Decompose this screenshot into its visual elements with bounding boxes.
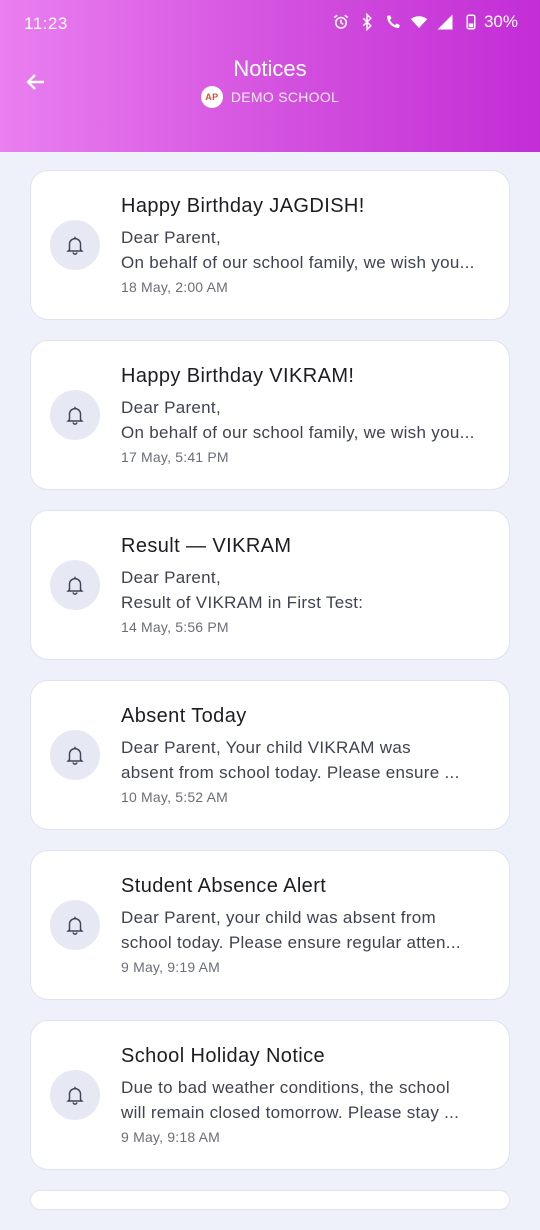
wifi-icon xyxy=(410,16,428,28)
bell-icon xyxy=(66,406,84,425)
signal-icon xyxy=(437,14,453,30)
notice-card[interactable]: Happy Birthday VIKRAM! Dear Parent, On b… xyxy=(30,340,510,490)
notice-preview-line: absent from school today. Please ensure … xyxy=(121,763,460,782)
notice-preview: Dear Parent, Result of VIKRAM in First T… xyxy=(121,565,491,615)
notice-preview-line: Dear Parent, xyxy=(121,228,221,247)
notice-title: Result — VIKRAM xyxy=(121,535,292,557)
school-name: DEMO SCHOOL xyxy=(230,89,340,105)
notice-card[interactable]: Happy Birthday JAGDISH! Dear Parent, On … xyxy=(30,170,510,320)
school-info: AP DEMO SCHOOL xyxy=(0,86,540,108)
notice-card[interactable]: Result — VIKRAM Dear Parent, Result of V… xyxy=(30,510,510,660)
bell-icon-badge xyxy=(50,220,100,270)
notice-time: 9 May, 9:18 AM xyxy=(121,1129,221,1145)
bell-icon xyxy=(66,576,84,595)
notice-preview-line: On behalf of our school family, we wish … xyxy=(121,423,475,442)
bell-icon-badge xyxy=(50,560,100,610)
notice-preview: Dear Parent, On behalf of our school fam… xyxy=(121,225,491,275)
notice-list: Happy Birthday JAGDISH! Dear Parent, On … xyxy=(30,170,510,1230)
notice-title: School Holiday Notice xyxy=(121,1045,326,1067)
notice-preview-line: Dear Parent, Your child VIKRAM was xyxy=(121,738,411,757)
notice-preview-line: Result of VIKRAM in First Test: xyxy=(121,593,364,612)
notice-time: 17 May, 5:41 PM xyxy=(121,449,229,465)
notice-card-partial[interactable] xyxy=(30,1190,510,1210)
bell-icon xyxy=(66,916,84,935)
wifi-calling-icon xyxy=(386,15,400,28)
bell-icon-badge xyxy=(50,1070,100,1120)
bluetooth-icon xyxy=(362,13,372,31)
notice-card[interactable]: School Holiday Notice Due to bad weather… xyxy=(30,1020,510,1170)
battery-percent: 30% xyxy=(483,12,518,31)
page-title: Notices xyxy=(233,56,307,81)
bell-icon-badge xyxy=(50,390,100,440)
notice-preview-line: On behalf of our school family, we wish … xyxy=(121,253,475,272)
notice-time: 10 May, 5:52 AM xyxy=(121,789,229,805)
header: 11:23 30% Notices AP DEMO SCHOOL xyxy=(0,0,540,152)
bell-icon xyxy=(66,746,84,765)
bell-icon xyxy=(66,1086,84,1105)
notice-preview: Dear Parent, On behalf of our school fam… xyxy=(121,395,491,445)
status-bar: 11:23 30% xyxy=(0,0,540,48)
notice-preview-line: Dear Parent, xyxy=(121,398,221,417)
notice-card[interactable]: Absent Today Dear Parent, Your child VIK… xyxy=(30,680,510,830)
notice-card[interactable]: Student Absence Alert Dear Parent, your … xyxy=(30,850,510,1000)
notice-time: 9 May, 9:19 AM xyxy=(121,959,221,975)
status-icons: 30% xyxy=(332,12,518,32)
notice-preview: Dear Parent, your child was absent from … xyxy=(121,905,491,955)
notice-preview-line: Dear Parent, xyxy=(121,568,221,587)
status-time: 11:23 xyxy=(24,14,68,33)
notice-preview: Due to bad weather conditions, the schoo… xyxy=(121,1075,491,1125)
notice-title: Student Absence Alert xyxy=(121,875,327,897)
bell-icon-badge xyxy=(50,900,100,950)
notice-preview-line: school today. Please ensure regular atte… xyxy=(121,933,461,952)
bell-icon xyxy=(66,236,84,255)
notice-title: Absent Today xyxy=(121,705,247,727)
notice-preview-line: Dear Parent, your child was absent from xyxy=(121,908,437,927)
school-logo: AP xyxy=(200,86,223,108)
bell-icon-badge xyxy=(50,730,100,780)
notice-preview-line: will remain closed tomorrow. Please stay… xyxy=(121,1103,460,1122)
battery-icon xyxy=(466,14,476,30)
notice-time: 18 May, 2:00 AM xyxy=(121,279,229,295)
notice-title: Happy Birthday JAGDISH! xyxy=(121,195,365,217)
notice-preview: Dear Parent, Your child VIKRAM was absen… xyxy=(121,735,491,785)
notice-preview-line: Due to bad weather conditions, the schoo… xyxy=(121,1078,450,1097)
notice-title: Happy Birthday VIKRAM! xyxy=(121,365,355,387)
alarm-icon xyxy=(333,14,349,29)
notice-time: 14 May, 5:56 PM xyxy=(121,619,229,635)
